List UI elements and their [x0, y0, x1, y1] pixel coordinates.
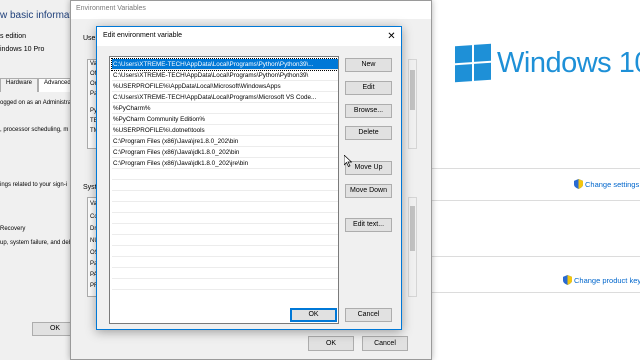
user-list-scrollbar[interactable]	[408, 59, 417, 149]
list-item[interactable]: C:\Program Files (x86)\Java\jre1.8.0_202…	[112, 136, 338, 147]
empty-list-row[interactable]	[112, 279, 338, 290]
ok-button[interactable]: OK	[290, 308, 337, 322]
empty-list-row[interactable]	[112, 180, 338, 191]
list-item[interactable]: C:\Users\XTREME-TECH\AppData\Local\Progr…	[111, 58, 338, 71]
scrollbar-thumb[interactable]	[410, 70, 415, 110]
empty-list-row[interactable]	[112, 224, 338, 235]
tab-hardware[interactable]: Hardware	[0, 78, 39, 92]
edit-button[interactable]: Edit	[345, 81, 392, 95]
empty-list-row[interactable]	[112, 257, 338, 268]
change-product-key-link[interactable]: Change product key	[563, 275, 640, 285]
edit-text-button[interactable]: Edit text...	[345, 218, 392, 232]
recovery-group-label: Recovery	[0, 226, 26, 232]
empty-list-row[interactable]	[112, 202, 338, 213]
admin-note: ogged on as an Administra	[0, 100, 72, 106]
browse-button[interactable]: Browse...	[345, 104, 392, 118]
env-cancel-button[interactable]: Cancel	[362, 336, 408, 351]
list-item[interactable]: %PyCharm%	[112, 103, 338, 114]
move-up-button[interactable]: Move Up	[345, 161, 392, 175]
empty-list-row[interactable]	[112, 169, 338, 180]
divider	[432, 256, 640, 257]
list-item[interactable]: %USERPROFILE%\AppData\Local\Microsoft\Wi…	[112, 81, 338, 92]
change-settings-link[interactable]: Change settings	[574, 179, 639, 189]
system-variables-label: Syst	[83, 184, 97, 191]
windows-logo-text: Windows 10	[497, 47, 640, 79]
edition-label: s edition	[0, 33, 27, 40]
delete-button[interactable]: Delete	[345, 126, 392, 140]
performance-note: , processor scheduling, m	[0, 127, 69, 133]
list-item[interactable]: C:\Users\XTREME-TECH\AppData\Local\Progr…	[112, 92, 338, 103]
divider	[432, 168, 640, 169]
env-titlebar: Environment Variables	[71, 1, 431, 19]
shield-icon	[574, 179, 583, 189]
list-item[interactable]: C:\Program Files (x86)\Java\jdk1.8.0_202…	[112, 147, 338, 158]
divider	[432, 292, 640, 293]
change-settings-label: Change settings	[585, 179, 640, 189]
empty-list-row[interactable]	[112, 268, 338, 279]
move-down-button[interactable]: Move Down	[345, 184, 392, 198]
close-icon[interactable]: ✕	[384, 29, 399, 44]
empty-list-row[interactable]	[112, 235, 338, 246]
scrollbar-thumb[interactable]	[410, 206, 415, 251]
shield-icon	[563, 275, 572, 285]
empty-list-row[interactable]	[112, 191, 338, 202]
windows-logo-icon	[455, 43, 491, 83]
system-heading: w basic informatio	[0, 10, 80, 21]
empty-list-row[interactable]	[112, 246, 338, 257]
edition-value: indows 10 Pro	[0, 46, 45, 53]
list-item[interactable]: %PyCharm Community Edition%	[112, 114, 338, 125]
edit-titlebar: Edit environment variable ✕	[97, 27, 401, 46]
cancel-button[interactable]: Cancel	[345, 308, 392, 322]
recovery-note: up, system failure, and deb	[0, 240, 73, 246]
list-item[interactable]: C:\Users\XTREME-TECH\AppData\Local\Progr…	[112, 70, 338, 81]
env-ok-button[interactable]: OK	[308, 336, 354, 351]
mouse-cursor-icon	[344, 155, 352, 167]
system-properties-tabs: Hardware Advanced	[0, 78, 77, 92]
user-profiles-note: ings related to your sign-i	[0, 182, 68, 188]
list-item[interactable]: %USERPROFILE%\.dotnet\tools	[112, 125, 338, 136]
empty-list-row[interactable]	[112, 213, 338, 224]
divider	[432, 200, 640, 201]
system-left-pane: w basic informatio s edition indows 10 P…	[0, 0, 80, 360]
system-list-scrollbar[interactable]	[408, 197, 417, 297]
edit-environment-variable-dialog: Edit environment variable ✕ C:\Users\XTR…	[96, 26, 402, 330]
path-entries-list[interactable]: C:\Users\XTREME-TECH\AppData\Local\Progr…	[109, 56, 339, 324]
new-button[interactable]: New	[345, 58, 392, 72]
edit-dialog-title: Edit environment variable	[103, 32, 182, 39]
change-product-key-label: Change product key	[574, 275, 640, 285]
env-dialog-title: Environment Variables	[76, 5, 146, 12]
list-item[interactable]: C:\Program Files (x86)\Java\jdk1.8.0_202…	[112, 158, 338, 169]
